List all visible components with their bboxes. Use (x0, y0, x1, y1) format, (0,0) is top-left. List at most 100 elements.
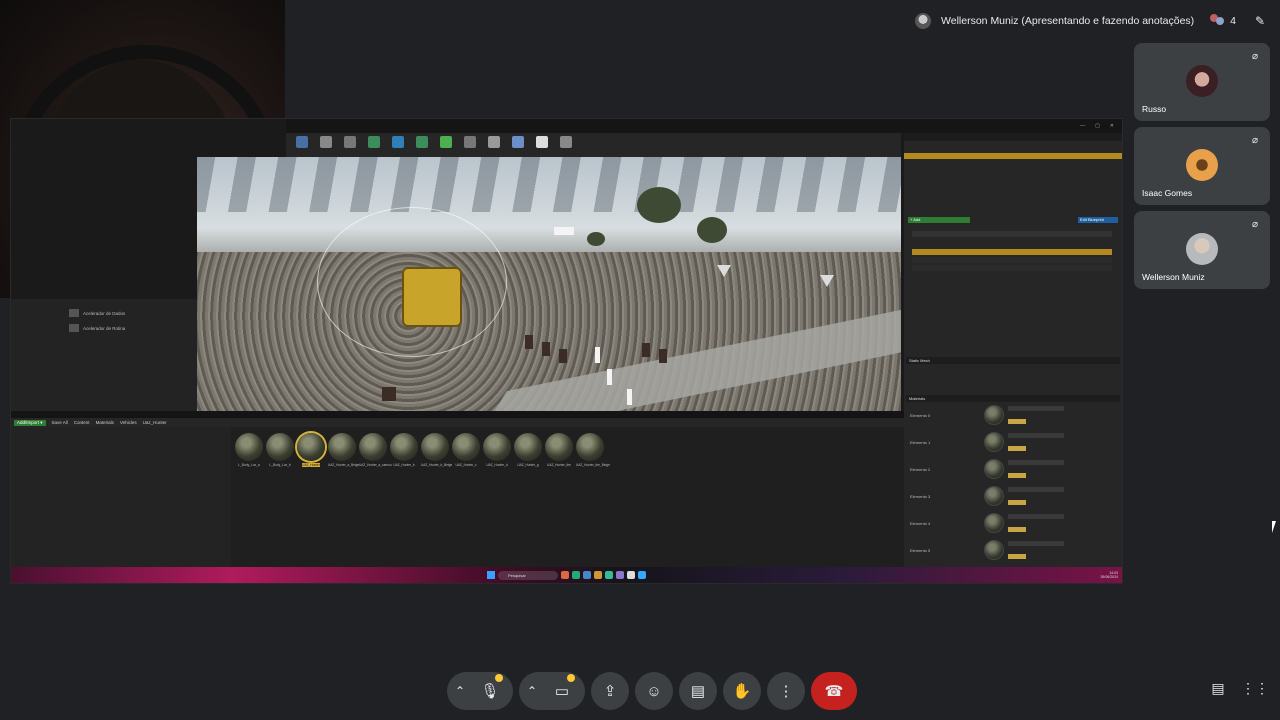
toolbar-button[interactable] (556, 135, 576, 155)
present-screen-icon[interactable]: ⇪ (591, 672, 629, 710)
asset-label: UAZ_Hunter_b (393, 463, 415, 467)
participant-tile-isaac[interactable]: ⌀ Isaac Gomes (1134, 127, 1270, 205)
material-dropdown[interactable] (1008, 541, 1064, 546)
add-component-button[interactable]: + Add (908, 217, 970, 223)
toolbar-button[interactable] (484, 135, 504, 155)
chat-icon[interactable]: ▤ (1206, 680, 1230, 702)
level-viewport[interactable] (197, 157, 901, 411)
material-slot[interactable]: Elemento 1 (906, 430, 1120, 456)
asset-tile[interactable]: UAZ_Hunter_c (452, 433, 480, 467)
mic-icon[interactable]: 🎙 (471, 672, 509, 710)
asset-thumbnail (545, 433, 573, 461)
content-browser-tab[interactable] (11, 411, 904, 418)
content-browser-toolbar: Add/Import ▾ Save All Content Materials … (11, 418, 904, 427)
add-import-button[interactable]: Add/Import ▾ (14, 419, 46, 426)
component-row[interactable] (912, 231, 1112, 237)
asset-tile[interactable]: L_Body_Lux_a (235, 433, 263, 467)
more-options-icon[interactable]: ⋮ (767, 672, 805, 710)
component-row-selected[interactable] (912, 249, 1112, 255)
toolbar-button[interactable] (340, 135, 360, 155)
material-thumbnail[interactable] (984, 459, 1004, 479)
taskbar-app-icon[interactable] (583, 571, 591, 579)
component-row[interactable] (912, 265, 1112, 271)
taskbar-app-icon[interactable] (627, 571, 635, 579)
toolbar-button[interactable] (508, 135, 528, 155)
participant-tile-wellerson[interactable]: ⌀ Wellerson Muniz (1134, 211, 1270, 289)
sky-clouds (197, 157, 901, 212)
toolbar-button[interactable] (460, 135, 480, 155)
start-icon[interactable] (487, 571, 495, 579)
taskbar-app-icon[interactable] (616, 571, 624, 579)
tree (697, 217, 727, 243)
maximize-icon[interactable]: ▢ (1095, 123, 1100, 129)
breadcrumb-item[interactable]: Vehicles (120, 420, 137, 425)
material-thumbnail[interactable] (984, 486, 1004, 506)
material-dropdown[interactable] (1008, 487, 1064, 492)
asset-tile[interactable]: L_Body_Lux_b (266, 433, 294, 467)
activities-icon[interactable]: ⋮⋮ (1241, 680, 1269, 702)
material-thumbnail[interactable] (984, 540, 1004, 560)
captions-icon[interactable]: ▤ (679, 672, 717, 710)
taskbar-app-icon[interactable] (572, 571, 580, 579)
camera-icon[interactable]: ▭ (543, 672, 581, 710)
breadcrumb-item[interactable]: Materials (96, 420, 114, 425)
close-icon[interactable]: ✕ (1110, 123, 1114, 129)
save-all-button[interactable]: Save All (52, 420, 68, 425)
breadcrumb-item[interactable]: Uaz_Hunter (143, 420, 167, 425)
toolbar-button[interactable] (364, 135, 384, 155)
taskbar-app-icon[interactable] (561, 571, 569, 579)
breadcrumb-item[interactable]: Content (74, 420, 90, 425)
vehicle-uaz-hunter[interactable] (402, 267, 462, 327)
taskbar-search[interactable]: Pesquisar (498, 570, 558, 580)
toolbar-button[interactable] (292, 135, 312, 155)
toolbar-button[interactable] (436, 135, 456, 155)
asset-tile[interactable]: UAZ_Hunter (297, 433, 325, 467)
toolbar-button[interactable] (412, 135, 432, 155)
material-dropdown[interactable] (1008, 433, 1064, 438)
taskbar-clock[interactable]: 14:03 26/06/2024 (1100, 571, 1118, 579)
toolbar-button[interactable] (316, 135, 336, 155)
participants-button[interactable]: 4 (1204, 12, 1242, 30)
asset-tile[interactable]: UAZ_Hunter_tire (545, 433, 573, 467)
asset-tile[interactable]: UAZ_Hunter_g (514, 433, 542, 467)
toolbar-button[interactable] (388, 135, 408, 155)
mode-item[interactable]: Acelerador de Rotina (69, 324, 125, 332)
participant-tile-russo[interactable]: ⌀ Russo (1134, 43, 1270, 121)
end-call-icon[interactable]: ☎ (811, 672, 857, 710)
material-slot[interactable]: Elemento 5 (906, 538, 1120, 564)
section-static-mesh[interactable]: Static Mesh (906, 357, 1120, 364)
asset-tile[interactable]: UAZ_Hunter_b_Beige (421, 433, 452, 467)
taskbar-app-icon[interactable] (638, 571, 646, 579)
material-slot[interactable]: Elemento 0 (906, 403, 1120, 429)
material-dropdown[interactable] (1008, 514, 1064, 519)
material-thumbnail[interactable] (984, 432, 1004, 452)
material-slot[interactable]: Elemento 4 (906, 511, 1120, 537)
material-dropdown[interactable] (1008, 460, 1064, 465)
play-button[interactable] (532, 135, 552, 155)
material-dropdown[interactable] (1008, 406, 1064, 411)
asset-tile[interactable]: UAZ_Hunter_a_camou (359, 433, 392, 467)
taskbar-app-icon[interactable] (605, 571, 613, 579)
asset-tile[interactable]: UAZ_Hunter_b (390, 433, 418, 467)
material-thumbnail[interactable] (984, 405, 1004, 425)
edit-blueprint-button[interactable]: Edit Blueprint (1078, 217, 1118, 223)
material-thumbnail[interactable] (984, 513, 1004, 533)
emoji-icon[interactable]: ☺ (635, 672, 673, 710)
annotation-pen-icon[interactable]: ✎ (1252, 13, 1268, 29)
taskbar-app-icon[interactable] (594, 571, 602, 579)
minimize-icon[interactable]: — (1080, 123, 1085, 129)
asset-thumbnail (235, 433, 263, 461)
camera-options-chevron-icon[interactable]: ⌃ (521, 672, 543, 710)
material-slot[interactable]: Elemento 2 (906, 457, 1120, 483)
component-row[interactable] (912, 257, 1112, 263)
asset-tile[interactable]: UAZ_Hunter_tire_Beige (576, 433, 610, 467)
asset-thumbnail (328, 433, 356, 461)
asset-tile[interactable]: UAZ_Hunter_a_Beige (328, 433, 359, 467)
asset-tile[interactable]: UAZ_Hunter_d (483, 433, 511, 467)
mic-options-chevron-icon[interactable]: ⌃ (449, 672, 471, 710)
material-slot[interactable]: Elemento 3 (906, 484, 1120, 510)
section-materials[interactable]: Materials (906, 395, 1120, 402)
mode-item[interactable]: Acelerador de Dados (69, 309, 125, 317)
outliner-row[interactable] (904, 165, 1122, 171)
raise-hand-icon[interactable]: ✋ (723, 672, 761, 710)
